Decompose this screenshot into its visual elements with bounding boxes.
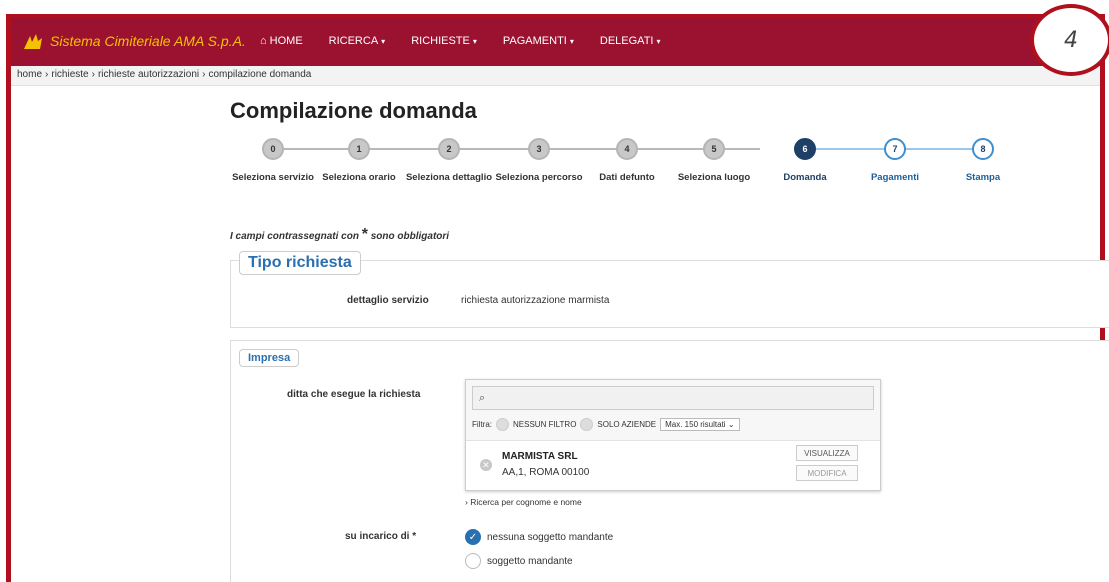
nav-pagamenti[interactable]: PAGAMENTI ▾ xyxy=(503,35,574,47)
step-label-6: Domanda xyxy=(783,172,827,183)
step-circle-2[interactable]: 2 xyxy=(438,138,460,160)
nav-ricerca-label: RICERCA xyxy=(328,35,379,47)
search-result-row: ✕ MARMISTA SRL AA,1, ROMA 00100 VISUALIZ… xyxy=(466,440,880,490)
step-circle-3[interactable]: 3 xyxy=(528,138,550,160)
tipo-richiesta-legend: Tipo richiesta xyxy=(239,251,361,275)
impresa-legend: Impresa xyxy=(239,349,300,367)
step-circle-6[interactable]: 6 xyxy=(794,138,816,160)
ricerca-cognome-label: Ricerca per cognome e nome xyxy=(470,497,582,507)
home-icon: ⌂ xyxy=(260,35,267,47)
nav-delegati[interactable]: DELEGATI ▾ xyxy=(600,35,661,47)
breadcrumb-separator-icon: › xyxy=(45,69,49,80)
brand[interactable]: Sistema Cimiteriale AMA S.p.A. xyxy=(22,32,246,50)
step-circle-5[interactable]: 5 xyxy=(703,138,725,160)
step-circle-4[interactable]: 4 xyxy=(616,138,638,160)
step-label-4: Dati defunto xyxy=(599,172,655,183)
dettaglio-servizio-value: richiesta autorizzazione marmista xyxy=(461,295,610,306)
top-navbar: Sistema Cimiteriale AMA S.p.A. ⌂ HOME RI… xyxy=(6,14,1105,66)
breadcrumb-richieste[interactable]: richieste xyxy=(51,69,88,80)
breadcrumb-separator-icon: › xyxy=(91,69,95,80)
search-icon: ⌕ xyxy=(479,392,486,404)
breadcrumb-home[interactable]: home xyxy=(17,69,42,80)
company-address: AA,1, ROMA 00100 xyxy=(502,467,590,478)
badge-number: 4 xyxy=(1064,27,1078,53)
ditta-label: ditta che esegue la richiesta xyxy=(287,389,421,400)
step-circle-8[interactable]: 8 xyxy=(972,138,994,160)
nav-menu: ⌂ HOME RICERCA ▾ RICHIESTE ▾ PAGAMENTI ▾… xyxy=(260,35,661,47)
impresa-panel: Impresa ditta che esegue la richiesta ⌕ … xyxy=(230,340,1109,582)
step-label-7: Pagamenti xyxy=(870,172,920,183)
radio-empty-icon[interactable] xyxy=(465,553,481,569)
nav-richieste-label: RICHIESTE xyxy=(411,35,470,47)
chevron-down-icon: ⌄ xyxy=(727,420,735,429)
step-circle-7[interactable]: 7 xyxy=(884,138,906,160)
nav-pagamenti-label: PAGAMENTI xyxy=(502,35,567,47)
required-note-before: I campi contrassegnati con xyxy=(230,231,359,242)
radio-nessun-mandante[interactable]: ✓ nessuna soggetto mandante xyxy=(465,529,613,545)
brand-title: Sistema Cimiteriale AMA S.p.A. xyxy=(50,33,246,49)
frame-border-left xyxy=(6,14,11,582)
step-label-0: Seleziona servizio xyxy=(232,172,314,183)
screen-frame: Sistema Cimiteriale AMA S.p.A. ⌂ HOME RI… xyxy=(0,0,1109,582)
breadcrumb-bar: home › richieste › richieste autorizzazi… xyxy=(11,66,1100,86)
nav-ricerca[interactable]: RICERCA ▾ xyxy=(329,35,386,47)
step-label-2: Seleziona dettaglio xyxy=(405,172,493,183)
step-label-8: Stampa xyxy=(965,172,1001,183)
company-name: MARMISTA SRL xyxy=(502,451,578,462)
dettaglio-servizio-label: dettaglio servizio xyxy=(347,295,429,306)
step-label-1: Seleziona orario xyxy=(322,172,396,183)
required-fields-note: I campi contrassegnati con * sono obblig… xyxy=(230,226,449,244)
nav-home-label: HOME xyxy=(269,35,303,47)
filter-aziende-label[interactable]: SOLO AZIENDE xyxy=(597,420,656,429)
remove-selection-icon[interactable]: ✕ xyxy=(480,459,492,471)
tipo-richiesta-panel: Tipo richiesta dettaglio servizio richie… xyxy=(230,251,1109,328)
filter-row: Filtra: NESSUN FILTRO SOLO AZIENDE Max. … xyxy=(472,418,740,431)
step-circle-1[interactable]: 1 xyxy=(348,138,370,160)
company-search-widget: ⌕ Filtra: NESSUN FILTRO SOLO AZIENDE Max… xyxy=(465,379,881,491)
page-title: Compilazione domanda xyxy=(230,98,477,123)
nav-richieste[interactable]: RICHIESTE ▾ xyxy=(411,35,477,47)
breadcrumb: home › richieste › richieste autorizzazi… xyxy=(17,69,311,80)
modifica-button[interactable]: MODIFICA xyxy=(796,465,858,481)
breadcrumb-current: compilazione domanda xyxy=(208,69,312,80)
step-annotation-badge: 4 xyxy=(1030,4,1109,76)
radio-nessun-mandante-label: nessuna soggetto mandante xyxy=(487,531,614,543)
wizard-stepper: 0 1 2 3 4 5 6 7 8 Seleziona servizio Sel… xyxy=(230,134,1010,204)
max-results-select[interactable]: Max. 150 risultati ⌄ xyxy=(660,418,740,431)
chevron-down-icon: ▾ xyxy=(569,36,574,46)
visualizza-button[interactable]: VISUALIZZA xyxy=(796,445,858,461)
step-circle-0[interactable]: 0 xyxy=(262,138,284,160)
breadcrumb-richieste-autorizzazioni[interactable]: richieste autorizzazioni xyxy=(98,69,199,80)
radio-soggetto-mandante-label: soggetto mandante xyxy=(487,555,573,567)
filter-nessun-label[interactable]: NESSUN FILTRO xyxy=(513,420,576,429)
step-label-5: Seleziona luogo xyxy=(677,172,751,183)
nav-home[interactable]: ⌂ HOME xyxy=(260,35,303,47)
step-label-3: Seleziona percorso xyxy=(495,172,583,183)
chevron-down-icon: ▾ xyxy=(656,36,661,46)
required-note-after: sono obbligatori xyxy=(370,231,450,242)
company-search-input[interactable]: ⌕ xyxy=(472,386,874,410)
radio-soggetto-mandante[interactable]: soggetto mandante xyxy=(465,553,573,569)
max-results-value: Max. 150 risultati xyxy=(665,420,726,429)
filter-label: Filtra: xyxy=(472,420,492,429)
chevron-down-icon: ▾ xyxy=(381,36,386,46)
incarico-label: su incarico di * xyxy=(345,531,417,542)
breadcrumb-separator-icon: › xyxy=(202,69,206,80)
chevron-down-icon: ▾ xyxy=(472,36,477,46)
required-star-icon: * xyxy=(361,226,368,243)
ricerca-cognome-link[interactable]: › Ricerca per cognome e nome xyxy=(465,497,582,507)
filter-radio-aziende[interactable] xyxy=(580,418,594,431)
stepper-line-done xyxy=(270,148,760,150)
nav-delegati-label: DELEGATI xyxy=(599,35,654,47)
filter-radio-nessun[interactable] xyxy=(496,418,509,431)
check-icon[interactable]: ✓ xyxy=(465,529,481,545)
ama-logo-icon xyxy=(22,32,44,50)
